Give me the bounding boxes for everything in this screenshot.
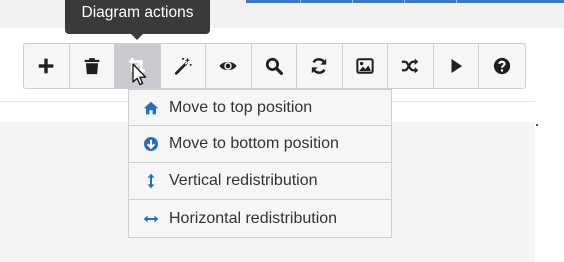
menu-item-label: Vertical redistribution bbox=[169, 172, 318, 189]
eye-icon bbox=[219, 61, 237, 71]
shuffle-button[interactable] bbox=[388, 44, 434, 88]
arrows-horizontal-icon bbox=[143, 215, 159, 222]
canvas-marker bbox=[536, 124, 538, 126]
diagram-actions-menu: Move to top position Move to bottom posi… bbox=[128, 89, 392, 238]
refresh-button[interactable] bbox=[297, 44, 343, 88]
menu-item-move-bottom[interactable]: Move to bottom position bbox=[129, 126, 391, 163]
trash-icon bbox=[84, 58, 100, 75]
auto-layout-button[interactable] bbox=[161, 44, 206, 88]
refresh-icon bbox=[312, 58, 327, 74]
help-button[interactable] bbox=[479, 44, 525, 88]
view-button[interactable] bbox=[206, 44, 252, 88]
arrow-circle-down-icon bbox=[144, 137, 158, 151]
menu-item-label: Move to top position bbox=[169, 98, 313, 116]
arrows-vertical-icon bbox=[147, 173, 155, 189]
delete-button[interactable] bbox=[70, 44, 115, 88]
menu-item-label: Horizontal redistribution bbox=[169, 209, 338, 227]
menu-item-label: Move to bottom position bbox=[169, 135, 339, 152]
search-icon bbox=[265, 57, 283, 75]
play-button[interactable] bbox=[434, 44, 479, 88]
tooltip-text: Diagram actions bbox=[81, 4, 194, 21]
tooltip: Diagram actions bbox=[65, 0, 210, 40]
menu-item-vertical-redistribution[interactable]: Vertical redistribution bbox=[129, 163, 391, 200]
question-icon bbox=[493, 57, 510, 75]
add-button[interactable] bbox=[24, 44, 70, 88]
home-icon bbox=[143, 101, 159, 114]
search-button[interactable] bbox=[252, 44, 297, 88]
export-image-button[interactable] bbox=[343, 44, 388, 88]
top-tab-bar-accent bbox=[246, 0, 564, 3]
mouse-cursor-icon bbox=[132, 63, 147, 86]
menu-item-horizontal-redistribution[interactable]: Horizontal redistribution bbox=[129, 200, 391, 237]
diagram-toolbar bbox=[23, 43, 526, 89]
plus-icon bbox=[38, 58, 54, 74]
image-icon bbox=[356, 58, 374, 74]
shuffle-icon bbox=[402, 58, 419, 74]
menu-item-move-top[interactable]: Move to top position bbox=[129, 90, 391, 126]
magic-wand-icon bbox=[174, 57, 192, 75]
play-icon bbox=[451, 59, 462, 73]
